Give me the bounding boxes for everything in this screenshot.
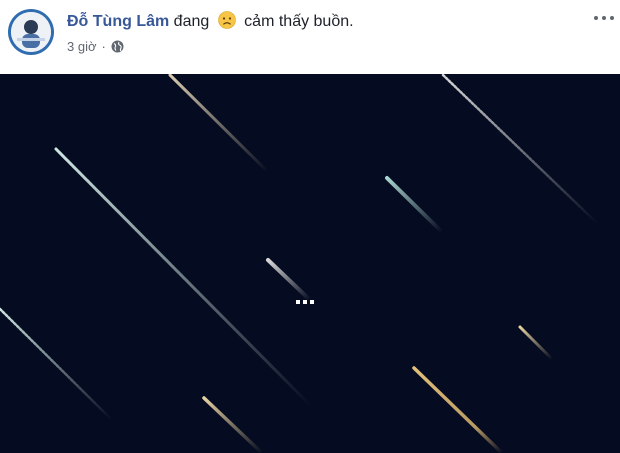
media-stage[interactable] bbox=[0, 74, 620, 453]
sad-face-icon bbox=[217, 11, 236, 29]
shooting-star bbox=[266, 258, 312, 302]
shooting-star bbox=[385, 176, 444, 234]
shooting-star bbox=[441, 74, 600, 226]
shooting-star bbox=[518, 325, 554, 361]
shooting-star bbox=[412, 366, 504, 453]
avatar[interactable] bbox=[8, 9, 54, 55]
globe-icon[interactable] bbox=[111, 40, 124, 53]
shooting-star bbox=[54, 147, 314, 409]
status-prefix: đang bbox=[173, 13, 210, 30]
avatar-image bbox=[11, 12, 51, 52]
shooting-star bbox=[0, 307, 114, 422]
loading-dots-icon bbox=[296, 300, 314, 306]
post-title-line: Đỗ Tùng Lâm đang cảm thấy buồn. bbox=[67, 11, 354, 31]
shooting-stars-graphic bbox=[0, 74, 600, 453]
feeling-text[interactable]: cảm thấy buồn. bbox=[244, 13, 353, 30]
timestamp[interactable]: 3 giờ bbox=[67, 39, 97, 54]
meta-separator: · bbox=[101, 39, 106, 54]
shooting-star bbox=[168, 74, 270, 174]
post-meta: 3 giờ · bbox=[67, 39, 124, 54]
shooting-star bbox=[202, 396, 264, 453]
author-name[interactable]: Đỗ Tùng Lâm bbox=[67, 13, 169, 30]
more-options-icon[interactable] bbox=[592, 10, 618, 26]
post-header: Đỗ Tùng Lâm đang cảm thấy buồn. 3 giờ · bbox=[0, 0, 620, 74]
